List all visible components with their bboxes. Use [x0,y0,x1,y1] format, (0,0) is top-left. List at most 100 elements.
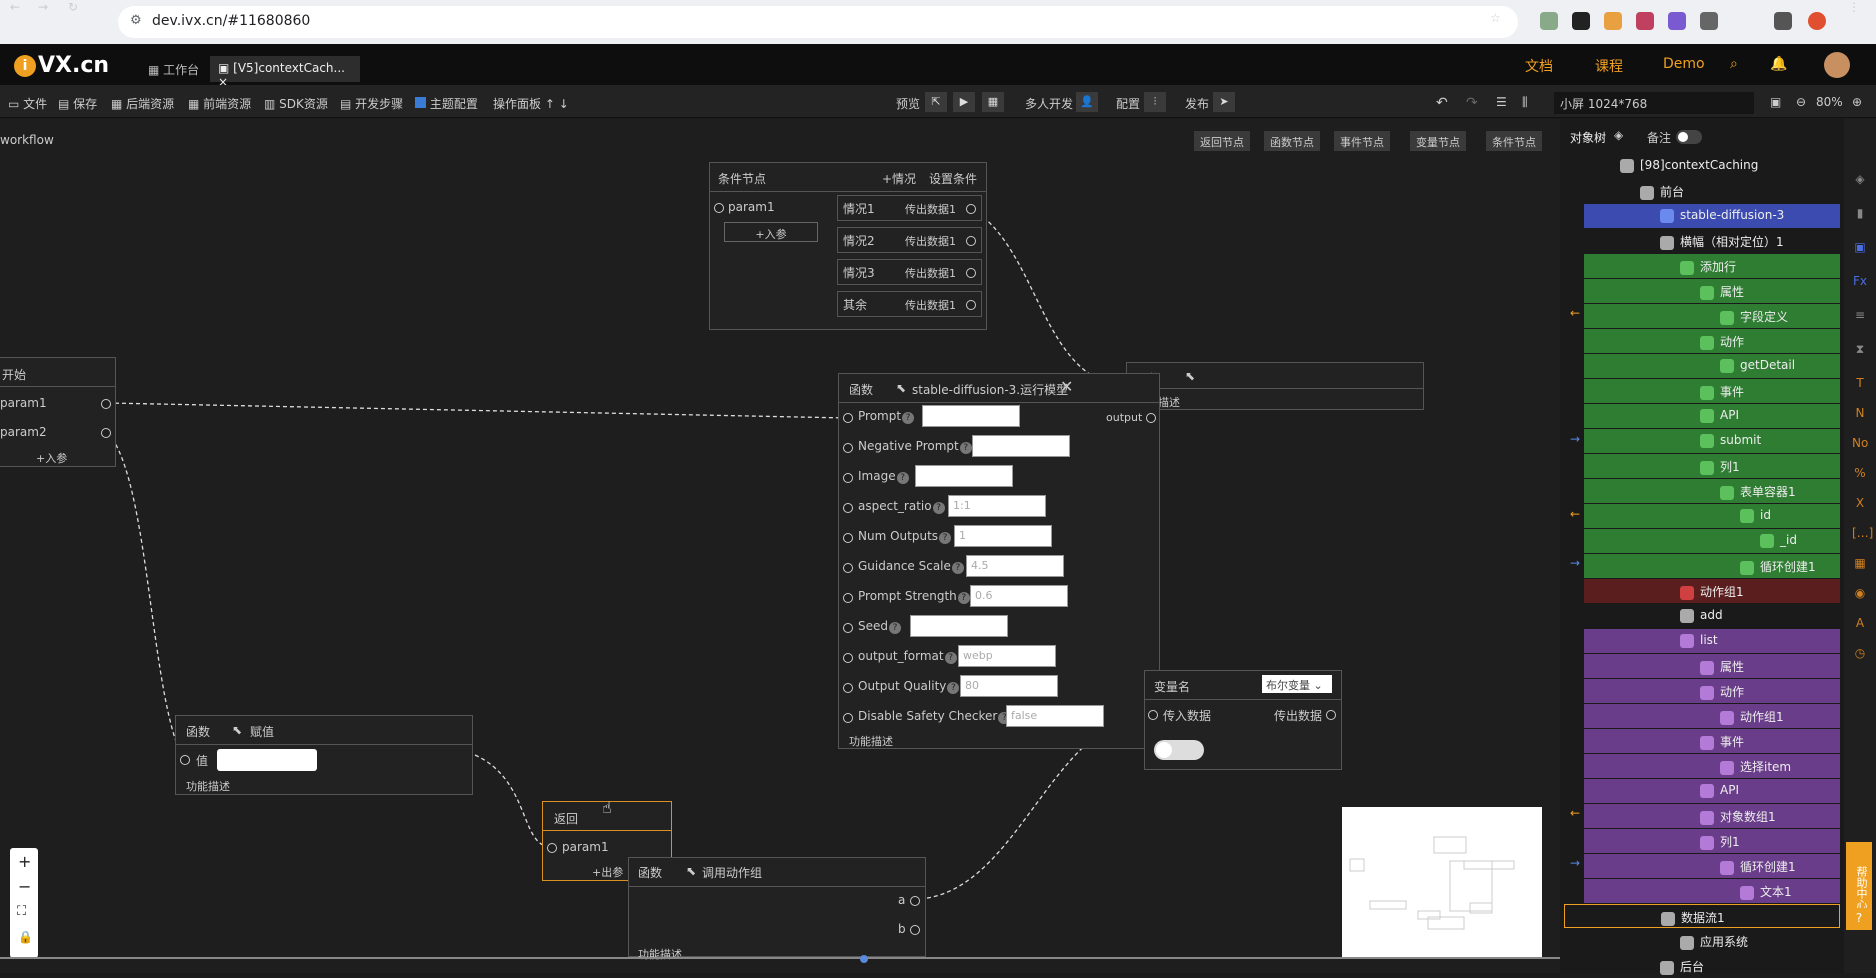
input-port[interactable] [843,413,853,423]
output-port[interactable] [910,925,920,935]
param-input[interactable]: 80 [960,675,1058,697]
input-port[interactable] [843,683,853,693]
extensions-puzzle-icon[interactable] [1700,12,1718,30]
help-icon[interactable]: ? [957,592,970,604]
input-port[interactable] [843,623,853,633]
tree-item[interactable]: 属性 [1584,654,1840,678]
output-port[interactable] [101,428,111,438]
scroll-handle[interactable] [860,955,868,963]
zoom-out-icon[interactable]: − [18,877,31,896]
tree-item[interactable]: 数据流1 [1564,904,1840,928]
help-icon[interactable]: ? [947,682,960,694]
tree-item[interactable]: 字段定义 [1584,304,1840,328]
input-port[interactable] [843,443,853,453]
tree-item[interactable]: 列1 [1584,454,1840,478]
input-port[interactable] [714,203,724,213]
add-case-button[interactable]: +情况 [882,170,916,187]
input-port[interactable] [843,563,853,573]
table-icon[interactable]: ▦ [1852,556,1868,572]
zoom-in-icon[interactable]: ⊕ [1852,95,1862,109]
component-icon[interactable]: ◈ [1852,172,1868,188]
cursor-select-icon[interactable]: ⬉ [232,723,242,737]
tree-item[interactable]: id [1584,504,1840,528]
param-input[interactable] [915,465,1013,487]
fit-view-icon[interactable]: ⛶ [17,904,26,919]
help-icon[interactable]: ? [896,472,909,484]
param-input[interactable]: false [1006,705,1104,727]
fit-icon[interactable]: ▣ [1770,95,1781,109]
object-icon[interactable]: ◉ [1852,586,1868,602]
lock-icon[interactable]: 🔒 [18,930,33,944]
variable-x-icon[interactable]: X [1852,496,1868,512]
param-input[interactable] [922,405,1020,427]
hourglass-icon[interactable]: ⧗ [1852,342,1868,358]
zoom-in-icon[interactable]: + [18,852,31,871]
extension-icon[interactable] [1668,12,1686,30]
output-port[interactable] [1326,710,1336,720]
tree-item[interactable]: 动作组1 [1584,579,1840,603]
percent-icon[interactable]: % [1852,466,1868,482]
extension-icon[interactable] [1774,12,1792,30]
chat-icon[interactable]: ▣ [1852,240,1868,256]
tree-item[interactable]: 属性 [1584,279,1840,303]
cursor-select-icon[interactable]: ⬉ [1185,369,1195,383]
param-input[interactable]: 4.5 [966,555,1064,577]
tree-item[interactable]: 事件 [1584,729,1840,753]
tree-item[interactable]: 添加行 [1584,254,1840,278]
profile-icon[interactable] [1808,12,1826,30]
tree-item[interactable]: [98]contextCaching [1584,154,1840,178]
output-port[interactable] [966,300,976,310]
tree-item[interactable]: stable-diffusion-3 [1584,204,1840,228]
formula-icon[interactable]: Fx [1852,274,1868,290]
object-tree-tab[interactable]: 对象树 [1570,129,1606,146]
tree-item[interactable]: _id [1584,529,1840,553]
input-port[interactable] [843,503,853,513]
tree-item[interactable]: API [1584,404,1840,428]
input-port[interactable] [1148,710,1158,720]
tree-item[interactable]: 事件 [1584,379,1840,403]
text-icon[interactable]: T [1852,376,1868,392]
output-port[interactable] [966,236,976,246]
array-icon[interactable]: A [1852,616,1868,632]
index-icon[interactable]: No [1852,436,1868,452]
tree-item[interactable]: submit [1584,429,1840,453]
tree-item[interactable]: 应用系统 [1584,929,1840,953]
tree-item[interactable]: 选择item [1584,754,1840,778]
set-condition-button[interactable]: 设置条件 [929,170,977,187]
help-icon[interactable]: ? [951,562,964,574]
tree-item[interactable]: 动作组1 [1584,704,1840,728]
tree-item[interactable]: 循环创建1 [1584,554,1840,578]
param-input[interactable]: webp [958,645,1056,667]
help-icon[interactable]: ? [889,622,901,634]
note-toggle[interactable] [1676,130,1702,144]
clock-icon[interactable]: ◷ [1852,646,1868,662]
variable-type-select[interactable]: 布尔变量 ⌄ [1262,675,1332,693]
output-port[interactable] [910,896,920,906]
demo-link[interactable]: Demo [1663,56,1705,72]
user-avatar[interactable] [1824,52,1850,78]
input-port[interactable] [180,755,190,765]
close-icon[interactable]: ✕ [1060,377,1073,396]
extension-icon[interactable] [1572,12,1590,30]
number-icon[interactable]: N [1852,406,1868,422]
param-input[interactable] [972,435,1070,457]
param-input[interactable]: 1 [954,525,1052,547]
browser-menu-icon[interactable]: ⋮ [1848,0,1860,14]
list-icon[interactable]: ≡ [1852,308,1868,324]
tree-item[interactable]: 前台 [1584,179,1840,203]
add-param-button[interactable]: +入参 [36,450,67,466]
boolean-toggle[interactable] [1154,740,1204,760]
tree-item[interactable]: 列1 [1584,829,1840,853]
help-icon[interactable]: ? [902,412,915,424]
search-icon[interactable]: ⌕ [1730,56,1738,72]
tree-item[interactable]: 表单容器1 [1584,479,1840,503]
param-input[interactable]: 0.6 [970,585,1068,607]
input-port[interactable] [843,713,853,723]
input-port[interactable] [843,473,853,483]
tree-item[interactable]: 文本1 [1584,879,1840,903]
course-link[interactable]: 课程 [1595,56,1623,76]
extension-icon[interactable] [1636,12,1654,30]
param-input[interactable] [910,615,1008,637]
add-param-button[interactable]: +入参 [724,222,818,242]
output-port[interactable] [966,268,976,278]
